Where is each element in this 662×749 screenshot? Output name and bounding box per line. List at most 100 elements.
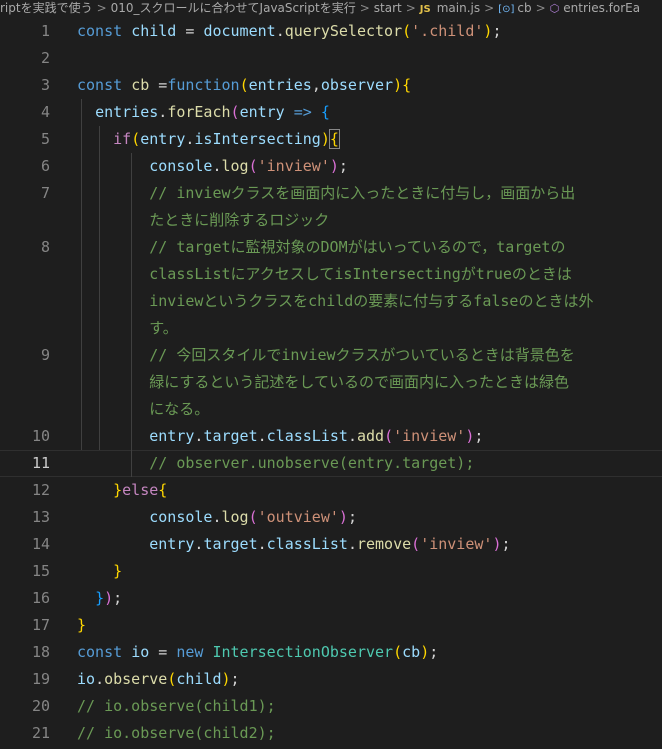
line-number: 20 xyxy=(31,697,50,715)
code-token: = xyxy=(149,643,177,661)
line-number: 6 xyxy=(40,157,50,175)
breadcrumb-folder-parent[interactable]: riptを実践で使う xyxy=(0,0,93,16)
code-line[interactable]: 11 // observer.unobserve(entry.target); xyxy=(0,450,662,477)
code-token: } xyxy=(113,562,123,580)
code-token: 'inview' xyxy=(393,427,466,445)
code-token: entry xyxy=(239,103,285,121)
code-line[interactable]: 14 entry.target.classList.remove('inview… xyxy=(0,531,662,558)
method-cube-icon: ⬡ xyxy=(549,2,560,15)
chevron-right-icon: > xyxy=(484,1,495,15)
code-line[interactable]: 18 const io = new IntersectionObserver(cb… xyxy=(0,639,662,666)
line-number: 9 xyxy=(40,346,50,364)
breadcrumb-symbol-foreach[interactable]: ⬡ entries.forEa xyxy=(550,0,640,16)
line-number: 8 xyxy=(40,238,50,256)
code-text: す。 xyxy=(77,315,178,342)
code-line[interactable]: 3 const cb =function(entries,observer){ xyxy=(0,72,662,99)
line-number: 13 xyxy=(31,508,50,526)
code-text: になる。 xyxy=(77,396,209,423)
breadcrumb-file-label: main.js xyxy=(436,1,481,15)
code-line[interactable]: 19 io.observe(child); xyxy=(0,666,662,693)
code-token: になる。 xyxy=(149,400,210,418)
code-token: log xyxy=(221,508,249,526)
code-text: // io.observe(child2); xyxy=(77,720,276,747)
code-text: console.log('outview'); xyxy=(77,504,357,531)
code-token: isIntersecting xyxy=(194,130,321,148)
code-line[interactable]: 4 entries.forEach(entry => { xyxy=(0,99,662,126)
breadcrumb-folder-chapter[interactable]: 010_スクロールに合わせてJavaScriptを実行 xyxy=(111,0,356,16)
code-token: . xyxy=(347,535,357,553)
code-token: ( xyxy=(411,535,421,553)
code-text: console.log('inview'); xyxy=(77,153,348,180)
code-token: console xyxy=(149,508,213,526)
code-token: // 今回スタイルでinviewクラスがついているときは背景色を xyxy=(149,346,575,364)
code-line[interactable]: 15 } xyxy=(0,558,662,585)
code-token: const xyxy=(77,643,123,661)
code-token: . xyxy=(212,508,222,526)
js-file-icon: JS xyxy=(419,4,431,15)
code-token: ( xyxy=(131,130,141,148)
code-text: // observer.unobserve(entry.target); xyxy=(77,450,474,477)
code-token: else xyxy=(122,481,159,499)
code-text: }else{ xyxy=(77,477,167,504)
line-number: 3 xyxy=(40,76,50,94)
code-text: } xyxy=(77,558,122,585)
code-token: ; xyxy=(347,508,357,526)
code-line[interactable]: 1 const child = document.querySelector('.… xyxy=(0,18,662,45)
code-line[interactable]: 20 // io.observe(child1); xyxy=(0,693,662,720)
code-token: classList xyxy=(266,535,348,553)
code-token: . xyxy=(212,157,222,175)
indent-guide xyxy=(131,153,132,477)
code-token: . xyxy=(347,427,357,445)
line-number: 12 xyxy=(31,481,50,499)
code-token: inviewというクラスをchildの要素に付与するfalseのときは外 xyxy=(149,292,594,310)
line-number: 11 xyxy=(31,454,50,472)
code-token: ) xyxy=(329,157,339,175)
code-token: ( xyxy=(248,508,258,526)
code-token: . xyxy=(95,670,105,688)
code-token: classList xyxy=(266,427,348,445)
code-token: // io.observe(child2); xyxy=(77,724,276,742)
code-line[interactable]: 13 console.log('outview'); xyxy=(0,504,662,531)
breadcrumb-folder-start[interactable]: start xyxy=(374,0,402,16)
line-number: 4 xyxy=(40,103,50,121)
code-token: ) xyxy=(104,589,114,607)
breadcrumb: riptを実践で使う >010_スクロールに合わせてJavaScriptを実行 > s… xyxy=(0,0,662,16)
breadcrumb-symbol-cb[interactable]: [⊙] cb xyxy=(498,0,531,16)
breadcrumb-file-main-js[interactable]: JS main.js xyxy=(420,0,480,16)
code-token: '.child' xyxy=(411,22,484,40)
code-token: new xyxy=(176,643,204,661)
code-text: // io.observe(child1); xyxy=(77,693,276,720)
code-token: observe xyxy=(104,670,168,688)
code-token: ; xyxy=(474,427,484,445)
code-token: target xyxy=(203,535,258,553)
code-token: querySelector xyxy=(284,22,403,40)
code-token: document xyxy=(203,22,276,40)
code-token: ) xyxy=(320,130,330,148)
code-line[interactable]: 17} xyxy=(0,612,662,639)
code-token: . xyxy=(158,103,168,121)
code-line[interactable]: 12 }else{ xyxy=(0,477,662,504)
code-token: const xyxy=(77,76,123,94)
code-editor[interactable]: 1 const child = document.querySelector('.… xyxy=(0,16,662,749)
code-token: classListにアクセスしてisIntersectingがtrueのときは xyxy=(149,265,572,283)
code-token: const xyxy=(77,22,123,40)
code-line[interactable]: 21 // io.observe(child2); xyxy=(0,720,662,747)
code-token: ( xyxy=(384,427,394,445)
code-token: 'inview' xyxy=(420,535,493,553)
code-token: remove xyxy=(356,535,412,553)
code-line[interactable]: 16 }); xyxy=(0,585,662,612)
code-token: ; xyxy=(501,535,511,553)
line-number: 17 xyxy=(31,616,50,634)
code-line[interactable]: 2 xyxy=(0,45,662,72)
code-token: ) xyxy=(221,670,231,688)
code-token: function xyxy=(167,76,240,94)
code-token: す。 xyxy=(149,319,178,337)
code-text: // inviewクラスを画面内に入ったときに付与し，画面から出 xyxy=(77,180,575,207)
